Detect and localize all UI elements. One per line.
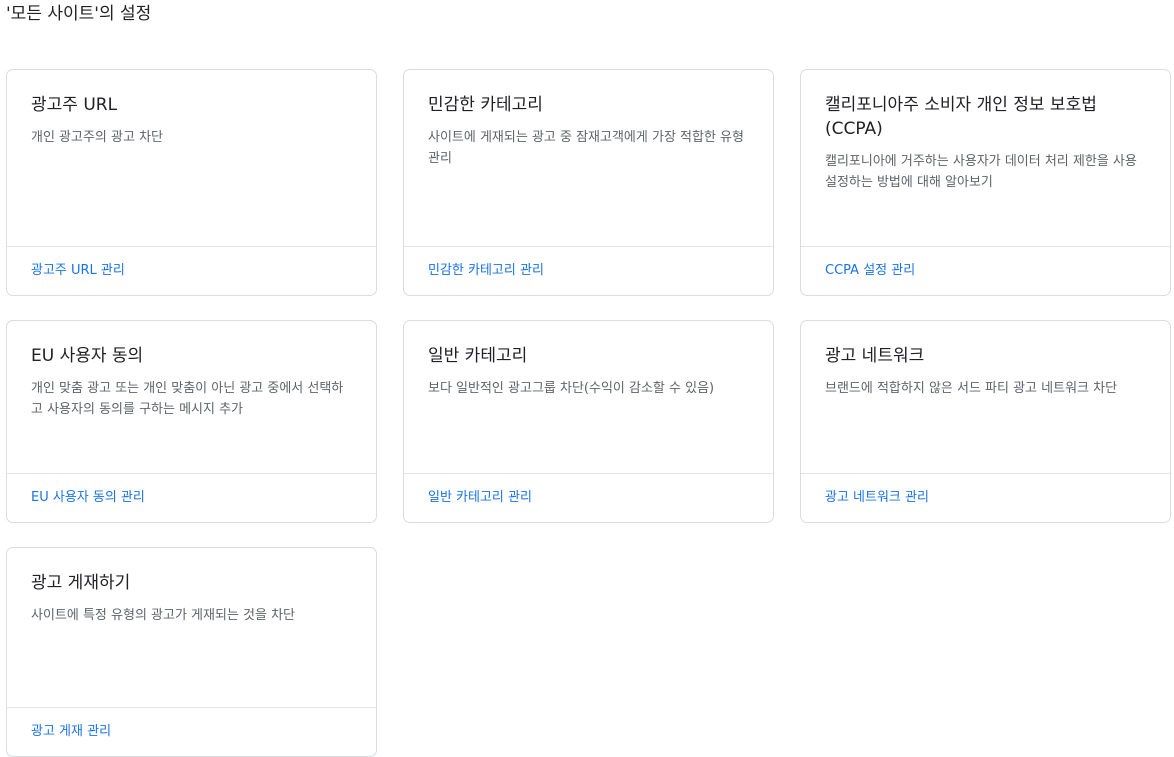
- manage-ad-networks-link[interactable]: 광고 네트워크 관리: [825, 489, 929, 507]
- card-description: 개인 맞춤 광고 또는 개인 맞춤이 아닌 광고 중에서 선택하고 사용자의 동…: [31, 381, 344, 417]
- manage-ad-serving-link[interactable]: 광고 게재 관리: [31, 723, 111, 741]
- card-description: 캘리포니아에 거주하는 사용자가 데이터 처리 제한을 사용 설정하는 방법에 …: [825, 154, 1137, 190]
- manage-eu-consent-link[interactable]: EU 사용자 동의 관리: [31, 489, 145, 507]
- card-footer: 광고주 URL 관리: [7, 246, 376, 295]
- manage-advertiser-url-link[interactable]: 광고주 URL 관리: [31, 262, 125, 280]
- card-title: 광고 게재하기: [31, 573, 131, 593]
- card-title: 일반 카테고리: [428, 346, 528, 366]
- card-footer: 일반 카테고리 관리: [404, 473, 773, 522]
- manage-sensitive-categories-link[interactable]: 민감한 카테고리 관리: [428, 262, 544, 280]
- card-title: EU 사용자 동의: [31, 346, 144, 366]
- card-body: 민감한 카테고리 사이트에 게재되는 광고 중 잠재고객에게 가장 적합한 유형…: [404, 70, 773, 246]
- card-title: 광고 네트워크: [825, 346, 925, 366]
- card-description: 보다 일반적인 광고그룹 차단(수익이 감소할 수 있음): [428, 381, 715, 396]
- card-body: EU 사용자 동의 개인 맞춤 광고 또는 개인 맞춤이 아닌 광고 중에서 선…: [7, 321, 376, 473]
- card-ad-networks: 광고 네트워크 브랜드에 적합하지 않은 서드 파티 광고 네트워크 차단 광고…: [800, 320, 1171, 523]
- card-body: 일반 카테고리 보다 일반적인 광고그룹 차단(수익이 감소할 수 있음): [404, 321, 773, 473]
- card-title: 광고주 URL: [31, 95, 118, 115]
- card-ccpa: 캘리포니아주 소비자 개인 정보 보호법 (CCPA) 캘리포니아에 거주하는 …: [800, 69, 1171, 296]
- card-title: 민감한 카테고리: [428, 95, 543, 115]
- card-general-categories: 일반 카테고리 보다 일반적인 광고그룹 차단(수익이 감소할 수 있음) 일반…: [403, 320, 774, 523]
- card-footer: CCPA 설정 관리: [801, 246, 1170, 295]
- card-footer: 광고 네트워크 관리: [801, 473, 1170, 522]
- card-body: 광고 게재하기 사이트에 특정 유형의 광고가 게재되는 것을 차단: [7, 548, 376, 707]
- card-title: 캘리포니아주 소비자 개인 정보 보호법 (CCPA): [825, 95, 1097, 139]
- card-description: 사이트에 특정 유형의 광고가 게재되는 것을 차단: [31, 608, 295, 623]
- card-sensitive-categories: 민감한 카테고리 사이트에 게재되는 광고 중 잠재고객에게 가장 적합한 유형…: [403, 69, 774, 296]
- card-body: 광고 네트워크 브랜드에 적합하지 않은 서드 파티 광고 네트워크 차단: [801, 321, 1170, 473]
- card-footer: EU 사용자 동의 관리: [7, 473, 376, 522]
- manage-ccpa-link[interactable]: CCPA 설정 관리: [825, 262, 915, 280]
- card-description: 브랜드에 적합하지 않은 서드 파티 광고 네트워크 차단: [825, 381, 1118, 396]
- card-body: 광고주 URL 개인 광고주의 광고 차단: [7, 70, 376, 246]
- card-description: 사이트에 게재되는 광고 중 잠재고객에게 가장 적합한 유형 관리: [428, 130, 744, 166]
- card-footer: 광고 게재 관리: [7, 707, 376, 756]
- card-eu-user-consent: EU 사용자 동의 개인 맞춤 광고 또는 개인 맞춤이 아닌 광고 중에서 선…: [6, 320, 377, 523]
- page-title: '모든 사이트'의 설정: [6, 4, 152, 24]
- card-advertiser-url: 광고주 URL 개인 광고주의 광고 차단 광고주 URL 관리: [6, 69, 377, 296]
- card-description: 개인 광고주의 광고 차단: [31, 130, 163, 145]
- card-footer: 민감한 카테고리 관리: [404, 246, 773, 295]
- manage-general-categories-link[interactable]: 일반 카테고리 관리: [428, 489, 532, 507]
- card-ad-serving: 광고 게재하기 사이트에 특정 유형의 광고가 게재되는 것을 차단 광고 게재…: [6, 547, 377, 757]
- card-body: 캘리포니아주 소비자 개인 정보 보호법 (CCPA) 캘리포니아에 거주하는 …: [801, 70, 1170, 246]
